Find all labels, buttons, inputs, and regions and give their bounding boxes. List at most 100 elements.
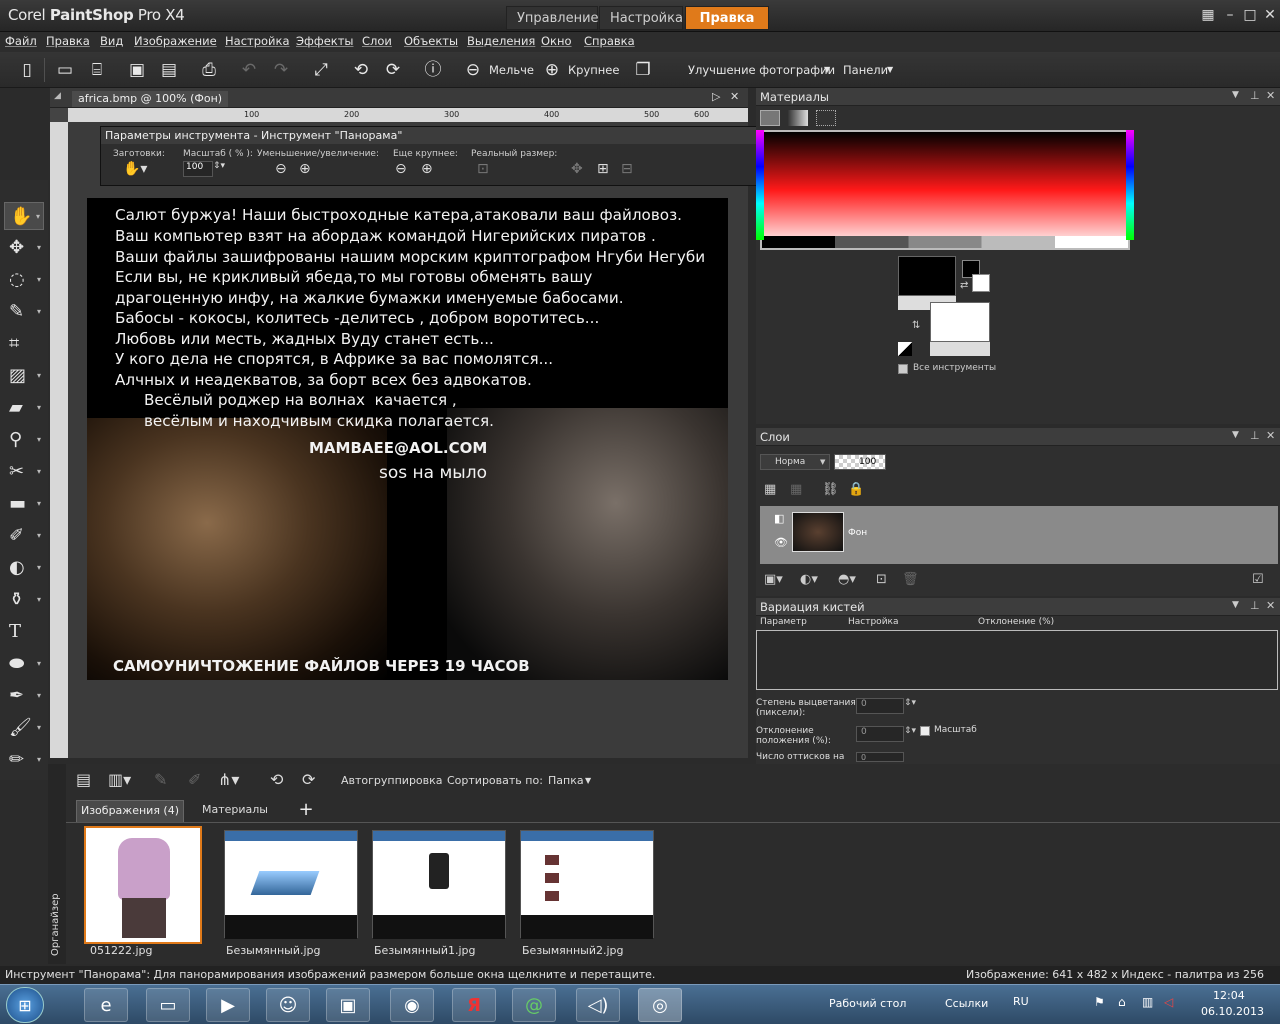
maximize-icon[interactable]: □: [1240, 6, 1260, 24]
shape-tool-icon[interactable]: ⬬ ▾: [4, 650, 44, 678]
chevron-down-icon[interactable]: ▼: [1232, 600, 1239, 610]
yandex-icon[interactable]: Я: [452, 988, 496, 1022]
list-view-icon[interactable]: ▥▾: [108, 770, 131, 789]
clone-tool-icon[interactable]: ✂ ▾: [4, 458, 44, 486]
explorer-icon[interactable]: ▭: [146, 988, 190, 1022]
preset-hand-icon[interactable]: ✋▾: [123, 161, 147, 177]
edit-all-icon[interactable]: ✐: [188, 770, 201, 789]
adjustment-layer-icon[interactable]: ◐▾: [800, 572, 818, 587]
tab-materials[interactable]: Материалы: [192, 800, 278, 822]
rotate-right-icon[interactable]: ⟳: [380, 58, 406, 82]
link-icon[interactable]: ⛓: [822, 482, 839, 497]
rotate-left-icon[interactable]: ⟲: [348, 58, 374, 82]
menu-effects[interactable]: Эффекты: [296, 34, 354, 48]
position-input[interactable]: 0: [856, 726, 904, 742]
save-icon[interactable]: ▣: [124, 58, 150, 82]
menu-image[interactable]: Изображение: [134, 34, 217, 48]
menu-selections[interactable]: Выделения: [467, 34, 535, 48]
swap-materials-icon[interactable]: ⇅: [912, 320, 920, 331]
fade-input[interactable]: 0: [856, 698, 904, 714]
menu-objects[interactable]: Объекты: [404, 34, 458, 48]
menu-help[interactable]: Справка: [584, 34, 635, 48]
pin-icon[interactable]: ⊥: [1250, 89, 1260, 102]
audio-icon[interactable]: ◁): [576, 988, 620, 1022]
scale-checkbox[interactable]: [920, 726, 930, 736]
transparent-toggle-icon[interactable]: [898, 342, 912, 356]
red-eye-tool-icon[interactable]: ⚲ ▾: [4, 426, 44, 454]
all-tools-checkbox[interactable]: [898, 364, 908, 374]
fullscreen-icon[interactable]: ⤢: [308, 58, 334, 82]
layer-name[interactable]: Фон: [848, 528, 867, 538]
position-stepper-icon[interactable]: ⇕▾: [904, 726, 916, 736]
contacts-icon[interactable]: ☺: [266, 988, 310, 1022]
ie-icon[interactable]: e: [84, 988, 128, 1022]
network-icon[interactable]: ▥: [1142, 995, 1153, 1009]
perspective-tool-icon[interactable]: ▰ ▾: [4, 394, 44, 422]
dodge-tool-icon[interactable]: ◐ ▾: [4, 554, 44, 582]
add-tab-icon[interactable]: +: [286, 800, 326, 822]
sort-select[interactable]: Папка: [548, 774, 584, 787]
tab-menu-icon[interactable]: ◢: [54, 91, 61, 101]
opacity-input[interactable]: 100: [834, 454, 886, 470]
background-mini-swatch[interactable]: [972, 274, 990, 292]
chevron-down-icon[interactable]: ▼: [1232, 90, 1239, 100]
crop-tool-icon[interactable]: ⌗: [4, 330, 44, 358]
info-icon[interactable]: ⓘ: [420, 58, 446, 82]
document-image[interactable]: Салют буржуа! Наши быстроходные катера,а…: [87, 198, 728, 680]
edit-icon[interactable]: ✎: [154, 770, 167, 789]
new-file-icon[interactable]: ▯: [14, 58, 40, 82]
minimize-icon[interactable]: –: [1220, 6, 1240, 24]
text-tool-icon[interactable]: T: [4, 618, 44, 646]
rotate-right-icon[interactable]: ⟳: [302, 770, 315, 789]
pin-icon[interactable]: ⊥: [1250, 429, 1260, 442]
rotate-left-icon[interactable]: ⟲: [270, 770, 283, 789]
menu-edit[interactable]: Правка: [46, 34, 90, 48]
paint-brush-icon[interactable]: 🖌 ▾: [4, 714, 44, 742]
open-folder-icon[interactable]: ▭: [52, 58, 78, 82]
pen-tool-icon[interactable]: ✒ ▾: [4, 682, 44, 710]
fit-icon[interactable]: ✥: [571, 161, 583, 177]
tab-adjust[interactable]: Настройка: [599, 6, 683, 30]
volume-icon[interactable]: ◁: [1164, 995, 1173, 1009]
visibility-eye-icon[interactable]: 👁: [774, 536, 788, 549]
close-icon[interactable]: ✕: [1260, 6, 1280, 24]
thumbnail[interactable]: [372, 830, 506, 939]
layer-row[interactable]: ◧ 👁 Фон: [760, 506, 1278, 564]
redo-icon[interactable]: ↷: [268, 58, 294, 82]
menu-view[interactable]: Вид: [100, 34, 123, 48]
frame-tab-icon[interactable]: [760, 110, 780, 126]
zoom-more-out-icon[interactable]: ⊖: [395, 161, 407, 177]
zoom-in-icon[interactable]: ⊕: [539, 58, 565, 82]
swatches-tab-icon[interactable]: [816, 110, 836, 126]
color-picker[interactable]: [760, 130, 1130, 250]
mail-agent-icon[interactable]: @: [512, 988, 556, 1022]
clock-time[interactable]: 12:04: [1213, 989, 1245, 1002]
zoom-more-in-icon[interactable]: ⊕: [421, 161, 433, 177]
thumbnail[interactable]: [224, 830, 358, 939]
foreground-swatch[interactable]: [898, 256, 956, 296]
share-icon[interactable]: ⋔▾: [218, 770, 239, 789]
zoom-in-label[interactable]: Крупнее: [568, 63, 619, 77]
scan-icon[interactable]: ⌸: [84, 58, 110, 82]
layout-icon[interactable]: ▦: [1198, 6, 1218, 24]
print-icon[interactable]: ⎙: [196, 58, 222, 82]
lock-icon[interactable]: 🔒: [848, 482, 864, 497]
fit-screen-icon[interactable]: ⊟: [621, 161, 633, 177]
close-icon[interactable]: ✕: [1266, 599, 1275, 612]
lasso-tool-icon[interactable]: ◌ ▾: [4, 266, 44, 294]
undo-icon[interactable]: ↶: [236, 58, 262, 82]
media-player-icon[interactable]: ▶: [206, 988, 250, 1022]
thumbnail-view-icon[interactable]: ▤: [76, 770, 91, 789]
new-layer-menu-icon[interactable]: ▣▾: [764, 572, 783, 587]
hue-strip-right[interactable]: [1126, 130, 1134, 240]
straighten-tool-icon[interactable]: ▨ ▾: [4, 362, 44, 390]
close-icon[interactable]: ✕: [1266, 89, 1275, 102]
fill-tool-icon[interactable]: ⚱ ▾: [4, 586, 44, 614]
mask-icon[interactable]: ◓▾: [838, 572, 856, 587]
tab-images[interactable]: Изображения (4): [76, 800, 184, 822]
new-vector-layer-icon[interactable]: ▦: [790, 482, 802, 497]
tab-manage[interactable]: Управление: [506, 6, 599, 30]
eraser-tool-icon[interactable]: ▬ ▾: [4, 490, 44, 518]
move-tool-icon[interactable]: ✥ ▾: [4, 234, 44, 262]
actual-size-icon[interactable]: ⊡: [477, 161, 489, 177]
